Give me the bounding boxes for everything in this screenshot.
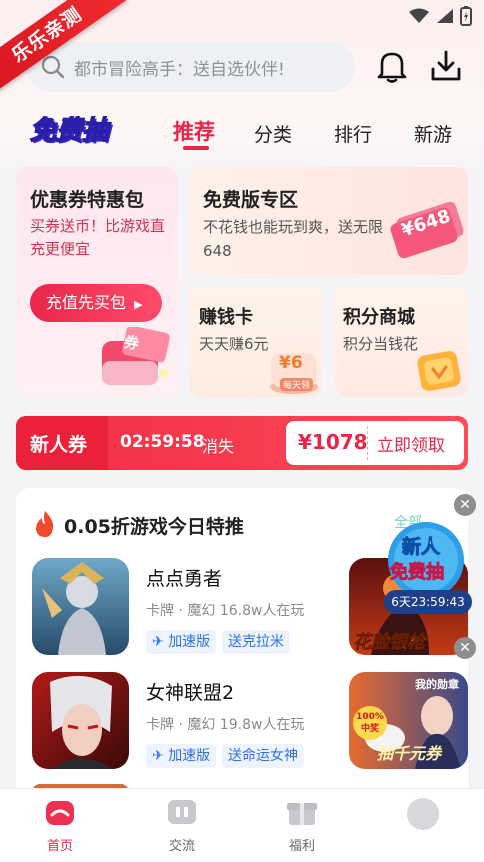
rocket-icon: ✈: [152, 634, 164, 650]
game-icon: [32, 558, 129, 655]
countdown-timer: 02:59:58: [120, 432, 205, 452]
points-card-subtitle: 积分当钱花: [343, 335, 419, 353]
prize-badge: 100% 中奖: [353, 706, 387, 740]
signal-icon: [437, 9, 453, 23]
free-card-subtitle: 不花钱也能玩到爽，送无限648: [203, 218, 384, 260]
points-card-title: 积分商城: [343, 307, 415, 328]
side-game-caption: 花脸银枪: [353, 632, 426, 654]
tab-ranking[interactable]: 排行: [334, 120, 372, 147]
free-version-card[interactable]: 免费版专区 不花钱也能玩到爽，送无限648 ¥648: [189, 167, 468, 275]
wifi-icon: [409, 8, 429, 23]
game-name: 点点勇者: [146, 568, 223, 590]
tab-recommend[interactable]: 推荐: [173, 116, 215, 146]
tag-gift: 送命运女神: [222, 744, 304, 768]
game-art: [32, 672, 129, 769]
coupon-amount: ¥1078: [298, 430, 368, 454]
status-bar: [408, 6, 472, 26]
tag-accelerate: ✈ 加速版: [146, 630, 217, 654]
search-input[interactable]: 都市冒险高手：送自选伙伴!: [26, 42, 355, 92]
bottom-navigation: 首页 交流 福利: [0, 788, 484, 862]
money-card-subtitle: 天天赚6元: [199, 335, 269, 353]
points-mall-card[interactable]: 积分商城 积分当钱花: [335, 287, 468, 397]
bell-icon[interactable]: [374, 48, 410, 84]
nav-label: 福利: [288, 839, 315, 854]
side-game-card[interactable]: 100% 中奖 我的勋章 抽千元券: [349, 672, 468, 769]
gift-box-icon: [417, 351, 461, 391]
game-meta: 卡牌 · 魔幻 19.8w人在玩: [146, 717, 305, 733]
tag-gift: 送克拉米: [222, 630, 290, 654]
game-name: 女神联盟2: [146, 682, 235, 704]
chevron-right-icon: ▶: [134, 298, 143, 311]
tag-label: 加速版: [168, 748, 211, 764]
money-card-title: 赚钱卡: [199, 307, 253, 328]
coin-value: ¥6: [279, 353, 303, 373]
game-art: [32, 558, 129, 655]
coupon-card-subtitle: 买券送币！比游戏直充更便宜: [30, 217, 166, 258]
tab-new-games[interactable]: 新游: [414, 120, 452, 147]
download-icon[interactable]: [428, 48, 464, 84]
free-draw-floater[interactable]: 新人 免费抽 6天23:59:43: [384, 518, 472, 618]
floater-line1: 新人: [401, 536, 441, 559]
nav-home[interactable]: 首页: [20, 797, 100, 854]
fire-icon: [36, 511, 54, 537]
coupon-pack-card[interactable]: 优惠券特惠包 买券送币！比游戏直充更便宜 充值先买包 ▶ 券: [16, 167, 178, 397]
newcomer-label: 新人券: [30, 434, 88, 456]
recharge-button-label: 充值先买包: [46, 293, 127, 312]
category-tabs: 推荐 分类 排行 新游: [0, 112, 484, 152]
chat-icon: [168, 800, 196, 824]
active-tab-indicator: [183, 146, 209, 150]
gift-icon: [287, 803, 317, 825]
nav-welfare[interactable]: 福利: [262, 797, 342, 854]
game-icon: [32, 672, 129, 769]
feed-title: 0.05折游戏今日特推: [64, 516, 244, 538]
recharge-button[interactable]: 充值先买包 ▶: [30, 284, 162, 322]
nav-label: 交流: [168, 839, 195, 854]
search-placeholder: 都市冒险高手：送自选伙伴!: [74, 59, 285, 80]
nav-label: 首页: [46, 839, 73, 854]
side-game-top-label: 我的勋章: [415, 678, 459, 691]
coupon-card-title: 优惠券特惠包: [30, 189, 145, 211]
earn-money-card[interactable]: 赚钱卡 天天赚6元 ¥6 每天领: [189, 287, 322, 397]
nav-community[interactable]: 交流: [142, 797, 222, 854]
tab-category[interactable]: 分类: [254, 120, 292, 147]
free-card-title: 免费版专区: [203, 189, 299, 211]
game-meta: 卡牌 · 魔幻 16.8w人在玩: [146, 603, 305, 619]
battery-icon: [460, 6, 472, 26]
tag-label: 加速版: [168, 634, 211, 650]
tag-accelerate: ✈ 加速版: [146, 744, 217, 768]
claim-button[interactable]: 立即领取: [377, 431, 445, 456]
floater-line2: 免费抽: [390, 562, 445, 584]
coin-sub: 每天领: [280, 378, 314, 391]
close-ad-icon[interactable]: ✕: [454, 637, 476, 659]
floater-countdown: 6天23:59:43: [384, 590, 472, 614]
countdown-suffix: 消失: [202, 437, 235, 456]
avatar: [407, 798, 439, 830]
home-icon: [46, 801, 74, 825]
nav-profile[interactable]: [383, 797, 463, 839]
newcomer-coupon-bar[interactable]: 新人券 02:59:58 消失 ¥1078 立即领取: [16, 416, 468, 470]
close-floater-icon[interactable]: ✕: [454, 494, 476, 516]
side-game-caption: 抽千元券: [377, 744, 442, 763]
rocket-icon: ✈: [152, 748, 164, 764]
